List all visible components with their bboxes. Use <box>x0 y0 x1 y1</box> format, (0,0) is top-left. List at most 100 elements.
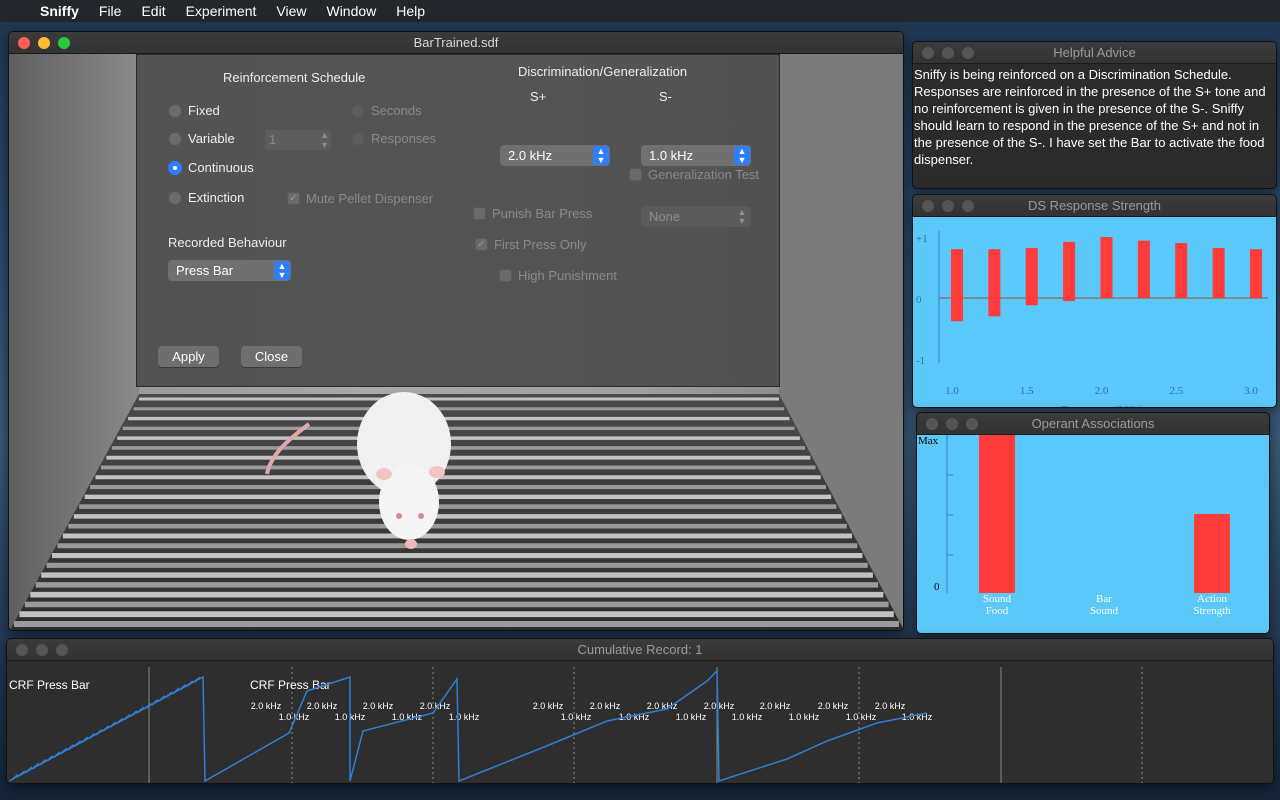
s-minus-marker: 1.0 kHz <box>676 712 707 722</box>
high-punishment-box[interactable] <box>499 269 512 282</box>
y-tick-label: 0 <box>934 581 940 593</box>
radio-seconds-label: Seconds <box>371 103 422 118</box>
s-plus-select[interactable]: 2.0 kHz ▲ ▼ <box>500 145 610 166</box>
x-axis-label: Frequency (kHz) <box>1061 403 1143 408</box>
punish-bar-press-checkbox[interactable]: Punish Bar Press <box>473 206 592 221</box>
operant-associations-chart: Max0SoundFoodBarSoundActionStrength <box>918 435 1231 617</box>
ds-bar <box>1250 249 1262 298</box>
interval-stepper[interactable]: 1 ▲ ▼ <box>265 130 331 150</box>
minimize-window-button[interactable] <box>36 644 48 656</box>
main-window-titlebar[interactable]: BarTrained.sdf <box>9 32 903 54</box>
stepper-arrows-icon[interactable]: ▲ ▼ <box>320 130 329 150</box>
select-arrows-icon: ▲ ▼ <box>737 207 747 226</box>
s-plus-marker: 2.0 kHz <box>590 701 621 711</box>
generalization-test-checkbox[interactable]: Generalization Test <box>629 167 759 182</box>
s-minus-marker: 1.0 kHz <box>561 712 592 722</box>
x-tick-label: 1.5 <box>1020 385 1034 397</box>
punish-bar-press-box[interactable] <box>473 207 486 220</box>
radio-seconds-dot[interactable] <box>351 103 365 118</box>
close-window-button[interactable] <box>18 37 30 49</box>
radio-extinction-dot[interactable] <box>168 190 182 205</box>
cumulative-label: CRF Press Bar <box>250 678 331 692</box>
radio-fixed-dot[interactable] <box>168 103 182 118</box>
ds-bar <box>988 249 1001 317</box>
recorded-behaviour-value: Press Bar <box>176 263 234 278</box>
s-plus-marker: 2.0 kHz <box>533 701 564 711</box>
radio-responses[interactable]: Responses <box>351 131 436 146</box>
operant-bar <box>1194 514 1230 593</box>
ds-bar <box>1212 247 1225 298</box>
menu-help[interactable]: Help <box>386 3 435 19</box>
first-press-checkmark-icon[interactable]: ✓ <box>475 238 488 251</box>
radio-variable[interactable]: Variable <box>168 131 235 146</box>
minimize-window-button[interactable] <box>38 37 50 49</box>
radio-fixed-label: Fixed <box>188 103 220 118</box>
punishment-value: None <box>649 209 681 224</box>
s-plus-marker: 2.0 kHz <box>818 701 849 711</box>
radio-extinction[interactable]: Extinction <box>168 190 244 205</box>
minimize-window-button[interactable] <box>946 418 958 430</box>
radio-variable-dot[interactable] <box>168 131 182 146</box>
x-tick-label: 2.5 <box>1169 385 1183 397</box>
reinforcement-schedule-heading: Reinforcement Schedule <box>223 70 366 85</box>
menu-window[interactable]: Window <box>316 3 386 19</box>
radio-responses-dot[interactable] <box>351 131 365 146</box>
radio-fixed[interactable]: Fixed <box>168 103 220 118</box>
main-window: BarTrained.sdf Reinforcement Schedule Fi… <box>8 31 904 631</box>
first-press-only-checkbox[interactable]: ✓ First Press Only <box>475 237 586 252</box>
operant-bar <box>979 435 1015 593</box>
cumulative-record-window: Cumulative Record: 1 CRF Press Bar CRF Pr… <box>6 638 1274 784</box>
s-minus-marker: 1.0 kHz <box>789 712 820 722</box>
operant-associations-titlebar[interactable]: Operant Associations <box>917 413 1269 435</box>
minimize-window-button[interactable] <box>942 47 954 59</box>
close-window-button[interactable] <box>922 200 934 212</box>
cumulative-record-titlebar[interactable]: Cumulative Record: 1 <box>7 639 1273 661</box>
settings-panel: Reinforcement Schedule Fixed Variable Co… <box>136 54 780 387</box>
zoom-window-button[interactable] <box>962 200 974 212</box>
helpful-advice-text: Sniffy is being reinforced on a Discrimi… <box>914 67 1266 167</box>
category-label: Sound <box>1090 605 1119 617</box>
select-arrows-icon: ▲ ▼ <box>593 146 609 165</box>
recorded-behaviour-heading: Recorded Behaviour <box>168 235 287 250</box>
close-window-button[interactable] <box>926 418 938 430</box>
zoom-window-button[interactable] <box>58 37 70 49</box>
minimize-window-button[interactable] <box>942 200 954 212</box>
close-button[interactable]: Close <box>241 346 302 367</box>
radio-continuous[interactable]: Continuous <box>168 160 254 175</box>
select-arrows-icon: ▲ ▼ <box>734 146 750 165</box>
discrimination-heading: Discrimination/Generalization <box>518 64 688 79</box>
radio-seconds[interactable]: Seconds <box>351 103 422 118</box>
punishment-select[interactable]: None ▲ ▼ <box>641 206 751 227</box>
helpful-advice-titlebar[interactable]: Helpful Advice <box>913 42 1276 64</box>
menu-file[interactable]: File <box>89 3 132 19</box>
s-minus-value: 1.0 kHz <box>649 148 694 163</box>
close-window-button[interactable] <box>16 644 28 656</box>
s-plus-marker: 2.0 kHz <box>704 701 735 711</box>
menu-view[interactable]: View <box>266 3 316 19</box>
zoom-window-button[interactable] <box>56 644 68 656</box>
menu-app-name[interactable]: Sniffy <box>40 3 89 19</box>
s-plus-marker: 2.0 kHz <box>307 701 338 711</box>
zoom-window-button[interactable] <box>966 418 978 430</box>
ds-bar <box>1025 247 1038 306</box>
high-punishment-label: High Punishment <box>518 268 617 283</box>
menu-edit[interactable]: Edit <box>131 3 175 19</box>
radio-continuous-dot[interactable] <box>168 160 182 175</box>
s-plus-marker: 2.0 kHz <box>251 701 282 711</box>
s-plus-marker: 2.0 kHz <box>363 701 394 711</box>
s-minus-select[interactable]: 1.0 kHz ▲ ▼ <box>641 145 751 166</box>
mute-pellet-checkbox[interactable]: ✓ Mute Pellet Dispenser <box>287 191 433 206</box>
menu-experiment[interactable]: Experiment <box>176 3 267 19</box>
cumulative-record-area: CRF Press Bar CRF Press Bar 2.0 kHz 2.0 kHz… <box>7 661 1273 783</box>
zoom-window-button[interactable] <box>962 47 974 59</box>
ds-response-strength-title: DS Response Strength <box>1028 198 1161 213</box>
s-plus-marker: 2.0 kHz <box>875 701 906 711</box>
mute-pellet-checkmark-icon[interactable]: ✓ <box>287 192 300 205</box>
generalization-test-label: Generalization Test <box>648 167 760 182</box>
generalization-test-box[interactable] <box>629 168 642 181</box>
high-punishment-checkbox[interactable]: High Punishment <box>499 268 617 283</box>
close-window-button[interactable] <box>922 47 934 59</box>
apply-button[interactable]: Apply <box>158 346 219 367</box>
ds-response-strength-titlebar[interactable]: DS Response Strength <box>913 195 1276 217</box>
recorded-behaviour-select[interactable]: Press Bar ▲ ▼ <box>168 260 291 281</box>
